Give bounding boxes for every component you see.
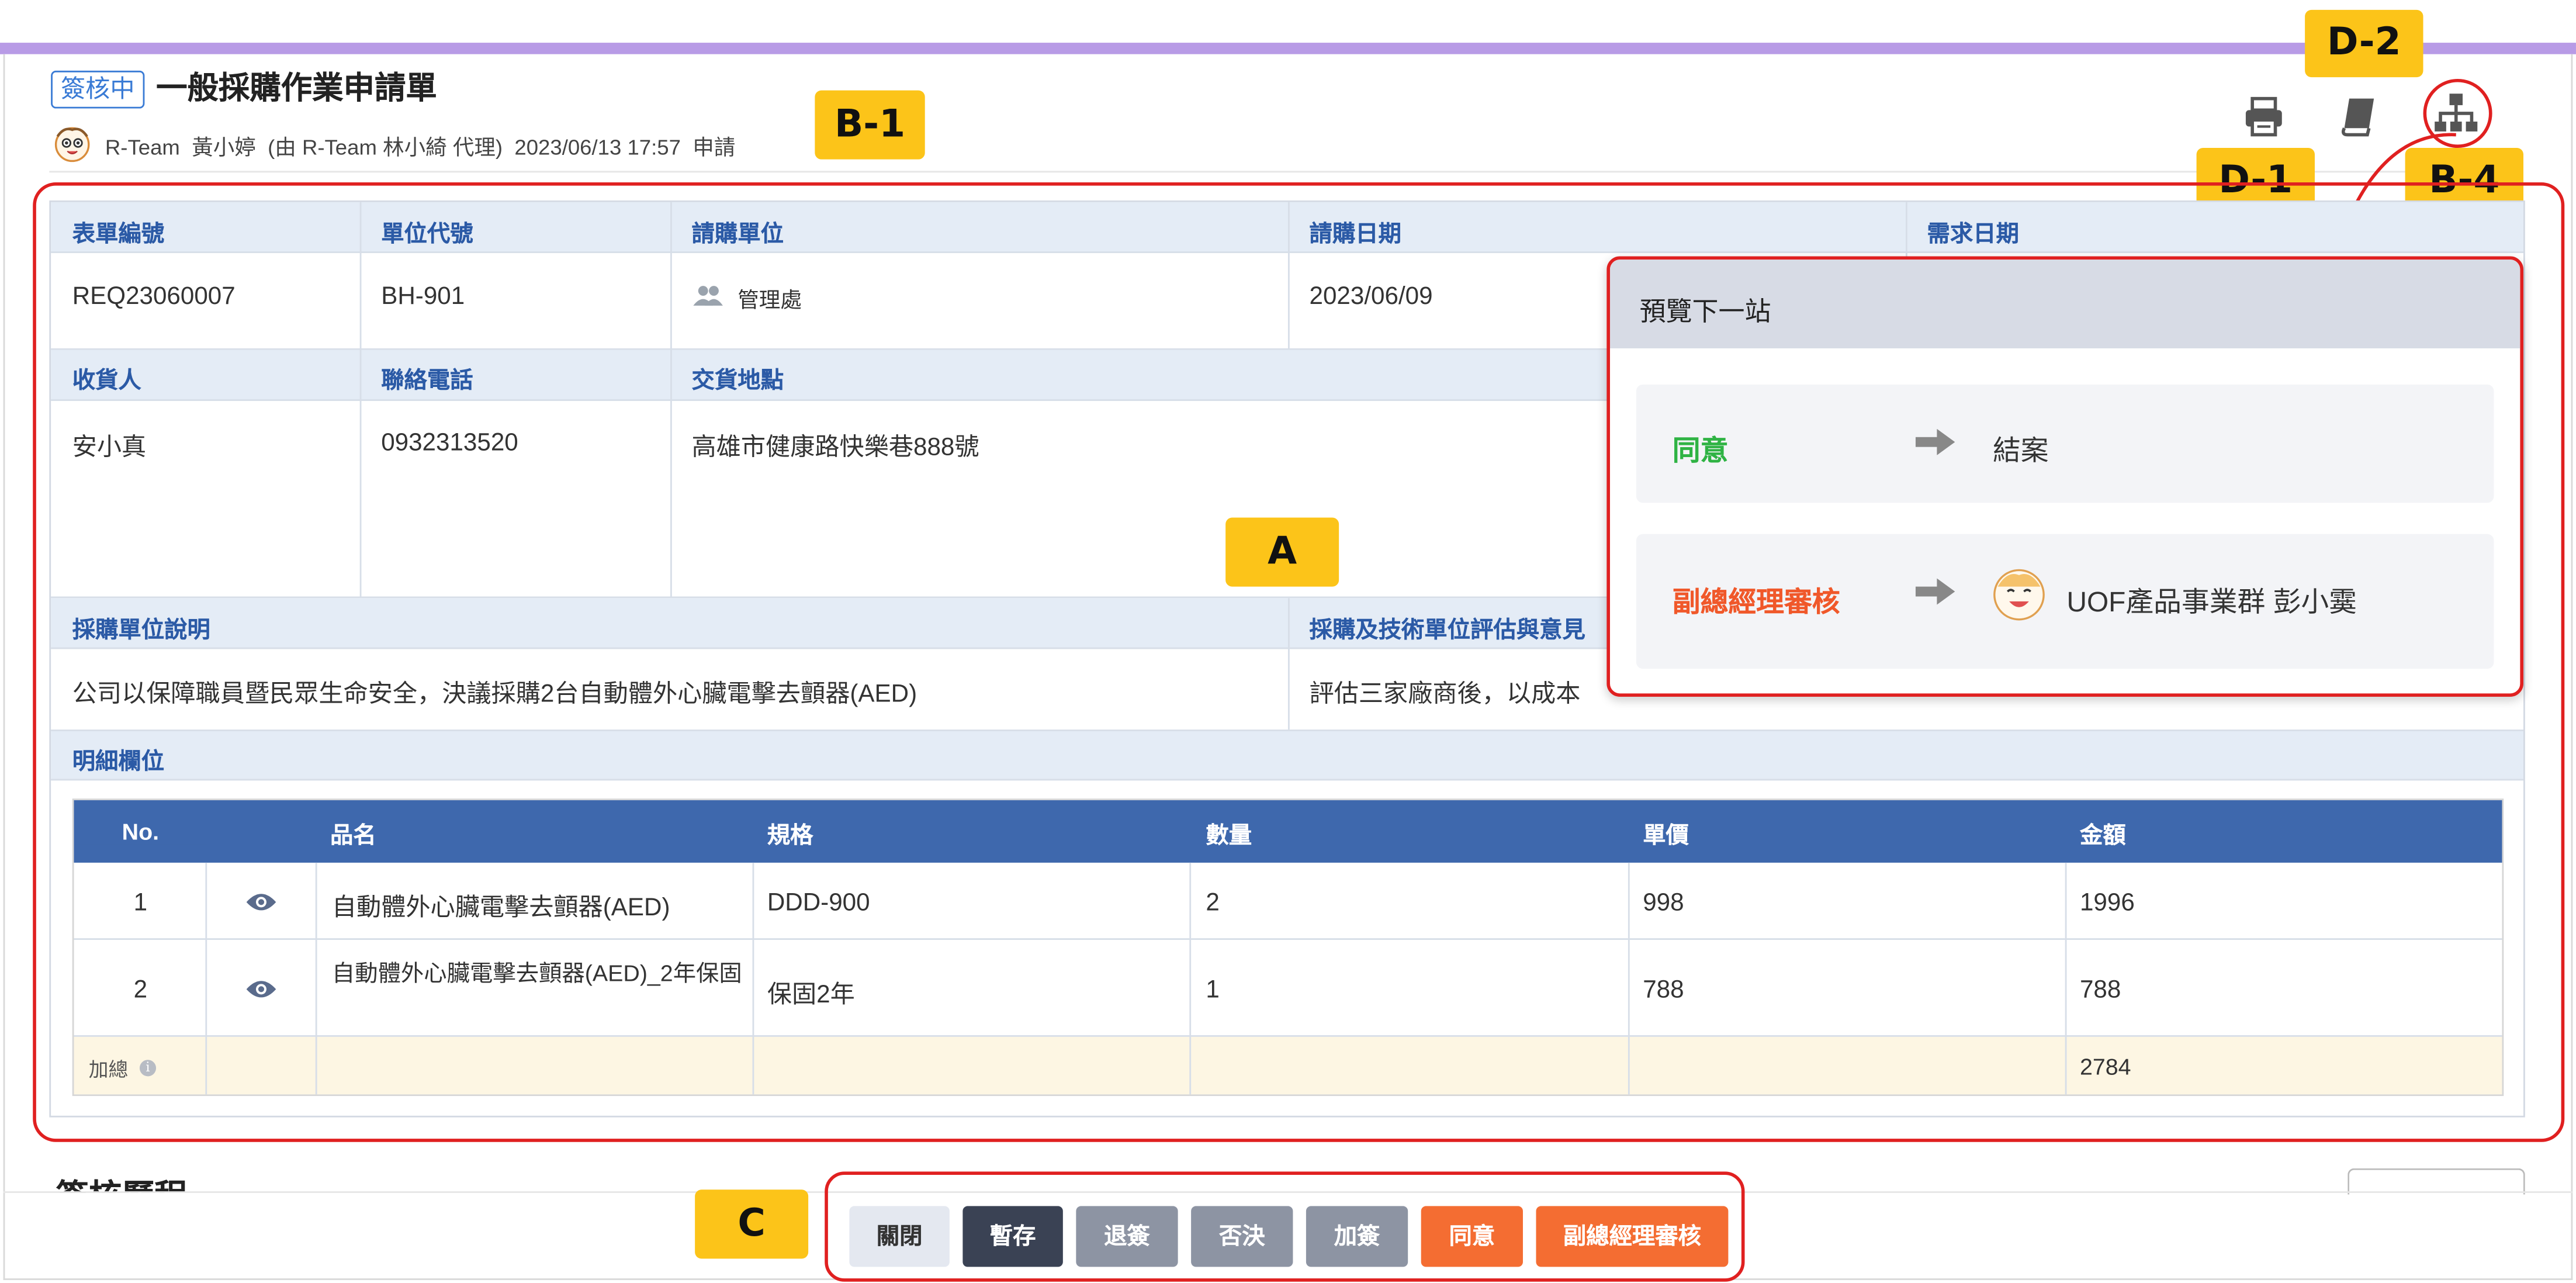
status-badge: 簽核中 bbox=[51, 70, 145, 109]
top-accent-bar bbox=[0, 43, 2576, 54]
callout-b1: B-1 bbox=[815, 90, 925, 160]
region-c-highlight bbox=[825, 1171, 1745, 1282]
section-button-partial[interactable] bbox=[2348, 1168, 2525, 1195]
callout-c: C bbox=[695, 1189, 809, 1259]
applicant-info: R-Team 黃小婷 (由 R-Team 林小綺 代理) 2023/06/13 … bbox=[105, 134, 736, 160]
printer-icon[interactable] bbox=[2239, 92, 2288, 141]
page-title: 一般採購作業申請單 bbox=[156, 72, 437, 107]
region-a-highlight bbox=[33, 182, 2565, 1142]
callout-d2: D-2 bbox=[2305, 9, 2423, 78]
section-title-partial: 簽核歷程 bbox=[56, 1177, 204, 1192]
header-divider bbox=[49, 171, 2524, 173]
callout-a: A bbox=[1225, 517, 1339, 587]
avatar bbox=[53, 123, 92, 162]
